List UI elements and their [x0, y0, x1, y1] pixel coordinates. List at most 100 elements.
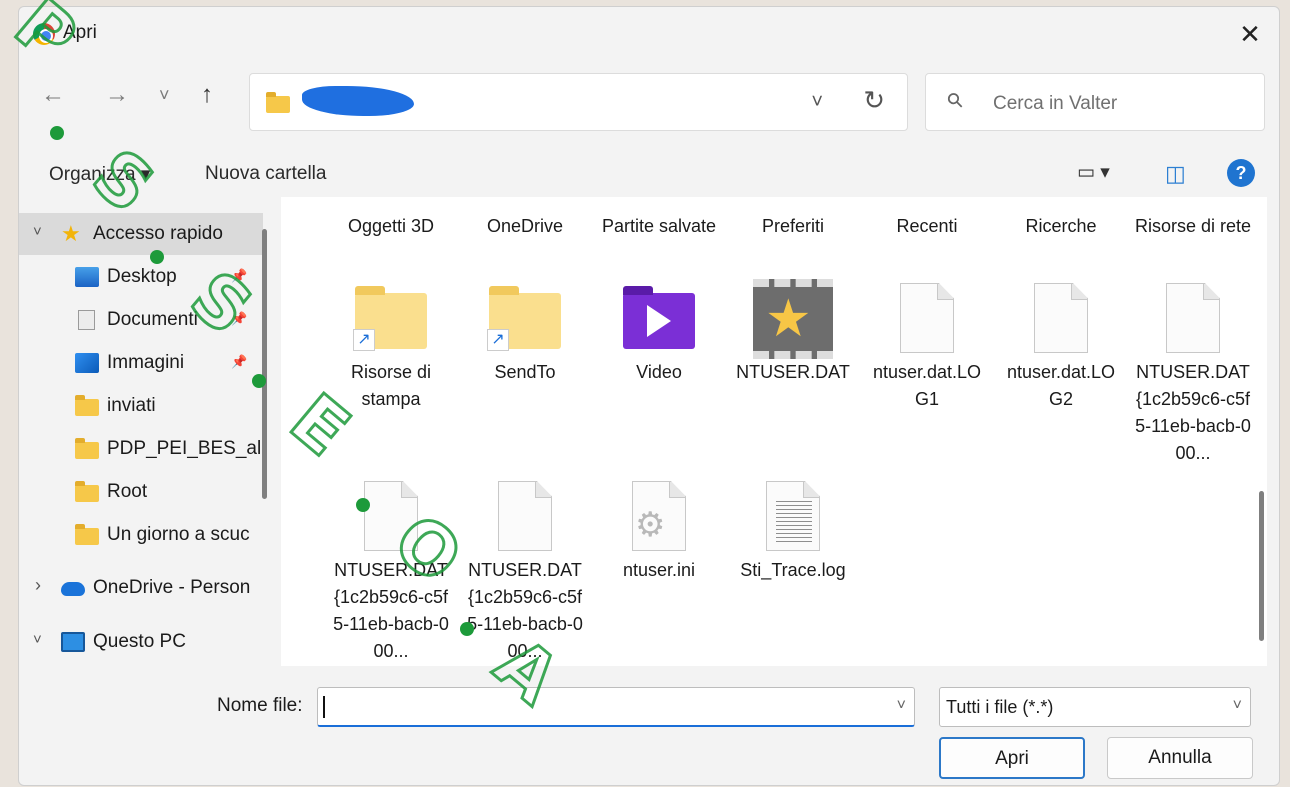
text-caret [323, 696, 325, 718]
text-lines-icon [776, 498, 812, 544]
sidebar-item-pictures[interactable]: Immagini 📌 [19, 342, 263, 384]
watermark-dot [460, 622, 474, 636]
cloud-icon [61, 582, 85, 596]
file-item-onedrive[interactable]: OneDrive [463, 213, 587, 240]
sidebar-item-onedrive[interactable]: › OneDrive - Person [19, 567, 255, 609]
pin-icon: 📌 [231, 354, 248, 369]
chevron-down-icon[interactable]: ˅ [33, 631, 42, 648]
folder-icon [75, 438, 99, 459]
sidebar-item-label: Root [107, 481, 148, 502]
refresh-icon[interactable]: ↻ [863, 85, 885, 116]
help-icon[interactable]: ? [1227, 159, 1255, 187]
file-item-video[interactable]: Video [597, 283, 721, 413]
file-item-ntuser-dat-log1[interactable]: ntuser.dat.LOG1 [865, 283, 989, 413]
view-options-icon[interactable]: ▭ ▾ [1077, 161, 1110, 184]
chevron-down-icon[interactable]: ˅ [1233, 697, 1242, 715]
chevron-down-icon[interactable]: ˅ [897, 697, 906, 715]
sidebar-item-un-giorno-a-scuola[interactable]: Un giorno a scuc [19, 514, 255, 556]
sidebar-item-label: Immagini [107, 352, 185, 373]
play-icon [647, 305, 671, 337]
file-icon [1166, 283, 1220, 353]
open-file-dialog: Apri ✕ ← → ˅ ↑ ˅ ↻ ⚲ Cerca in Valter Org… [18, 6, 1280, 786]
recent-locations-icon[interactable]: ˅ [159, 85, 170, 106]
file-item-ntuser-dat-log2[interactable]: ntuser.dat.LOG2 [999, 283, 1123, 413]
file-list-scrollbar[interactable] [1259, 491, 1264, 641]
folder-icon [75, 395, 99, 416]
filename-label: Nome file: [217, 695, 303, 716]
preview-pane-icon[interactable]: ◫ [1165, 161, 1186, 187]
sidebar-item-label: PDP_PEI_BES_alb [107, 438, 263, 459]
file-name: Sti_Trace.log [740, 560, 846, 580]
file-icon [900, 283, 954, 353]
new-folder-button[interactable]: Nuova cartella [205, 163, 326, 185]
file-item-oggetti-3d[interactable]: Oggetti 3D [329, 213, 453, 240]
command-bar: Organizza ▾ Nuova cartella ▭ ▾ ◫ ? [19, 151, 1279, 195]
title-bar: Apri ✕ [19, 7, 1279, 61]
watermark-dot [252, 374, 266, 388]
file-name: OneDrive [486, 216, 564, 236]
folder-icon [75, 524, 99, 545]
file-item-partite-salvate[interactable]: Partite salvate [597, 213, 721, 240]
shortcut-arrow-icon: ↗ [353, 329, 375, 351]
sidebar-item-inviati[interactable]: inviati [19, 385, 263, 427]
sidebar-item-root[interactable]: Root [19, 471, 263, 513]
file-item-risorse-di-rete[interactable]: Risorse di rete [1131, 213, 1255, 240]
sidebar-item-this-pc[interactable]: ˅ Questo PC [19, 621, 263, 663]
file-icon [1034, 283, 1088, 353]
open-button[interactable]: Apri [939, 737, 1085, 779]
file-type-select[interactable]: Tutti i file (*.*) ˅ [939, 687, 1251, 727]
file-item-sti-trace-log[interactable]: Sti_Trace.log [731, 481, 855, 611]
sidebar-scrollbar[interactable] [262, 229, 267, 499]
filename-input[interactable]: ˅ [317, 687, 915, 727]
file-item-ntuser-ini[interactable]: ⚙ ntuser.ini [597, 481, 721, 611]
folder-icon: ↗ [487, 286, 561, 351]
settings-file-icon: ⚙ [632, 481, 686, 551]
file-item-ntuser-dat[interactable]: ★ NTUSER.DAT [731, 279, 855, 413]
image-icon [75, 353, 99, 373]
search-icon: ⚲ [942, 87, 969, 114]
sidebar-item-label: Un giorno a scuc [107, 524, 250, 545]
file-item-recenti[interactable]: Recenti [865, 213, 989, 240]
up-icon[interactable]: ↑ [201, 81, 213, 109]
file-name: ntuser.ini [622, 560, 696, 580]
file-name: SendTo [494, 362, 556, 382]
folder-icon [75, 481, 99, 502]
chevron-down-icon[interactable]: ˅ [811, 91, 823, 114]
sidebar-item-quick-access[interactable]: ˅ ★ Accesso rapido [19, 213, 263, 255]
file-name: Ricerche [1025, 216, 1097, 236]
chevron-down-icon[interactable]: ˅ [33, 223, 42, 240]
file-name: ntuser.dat.LOG1 [872, 362, 982, 409]
address-bar[interactable]: ˅ ↻ [249, 73, 908, 131]
file-item-ntuser-dat-guid[interactable]: NTUSER.DAT{1c2b59c6-c5f5-11eb-bacb-000..… [1131, 283, 1255, 473]
file-icon [498, 481, 552, 551]
file-item-preferiti[interactable]: Preferiti [731, 213, 855, 240]
sidebar-item-pdp-pei-bes[interactable]: PDP_PEI_BES_alb [19, 428, 263, 470]
search-input[interactable]: Cerca in Valter [993, 93, 1117, 115]
star-icon: ★ [61, 221, 81, 246]
navigation-bar: ← → ˅ ↑ ˅ ↻ ⚲ Cerca in Valter [19, 69, 1279, 131]
shortcut-arrow-icon: ↗ [487, 329, 509, 351]
redacted-path [302, 86, 414, 116]
watermark-dot [50, 126, 64, 140]
file-item-sendto[interactable]: ↗ SendTo [463, 283, 587, 413]
forward-icon[interactable]: → [105, 81, 129, 109]
computer-icon [61, 632, 85, 652]
file-item-ricerche[interactable]: Ricerche [999, 213, 1123, 240]
cancel-button[interactable]: Annulla [1107, 737, 1253, 779]
chevron-right-icon[interactable]: › [35, 575, 41, 596]
sidebar-item-label: Desktop [107, 266, 177, 287]
file-name: NTUSER.DAT [736, 362, 850, 382]
file-name: Recenti [896, 216, 958, 236]
media-file-icon: ★ [753, 279, 833, 359]
file-name: NTUSER.DAT{1c2b59c6-c5f5-11eb-bacb-000..… [1135, 362, 1251, 463]
file-item-risorse-di-stampa[interactable]: ↗ Risorse di stampa [329, 283, 453, 413]
text-file-icon [766, 481, 820, 551]
sidebar-item-label: Questo PC [93, 631, 186, 652]
search-box[interactable]: ⚲ Cerca in Valter [925, 73, 1265, 131]
watermark-dot [356, 498, 370, 512]
file-list: Oggetti 3D OneDrive Partite salvate Pref… [281, 197, 1267, 666]
back-icon[interactable]: ← [41, 81, 65, 109]
close-button[interactable]: ✕ [1235, 19, 1265, 49]
watermark-dot [150, 250, 164, 264]
star-icon: ★ [765, 290, 812, 348]
